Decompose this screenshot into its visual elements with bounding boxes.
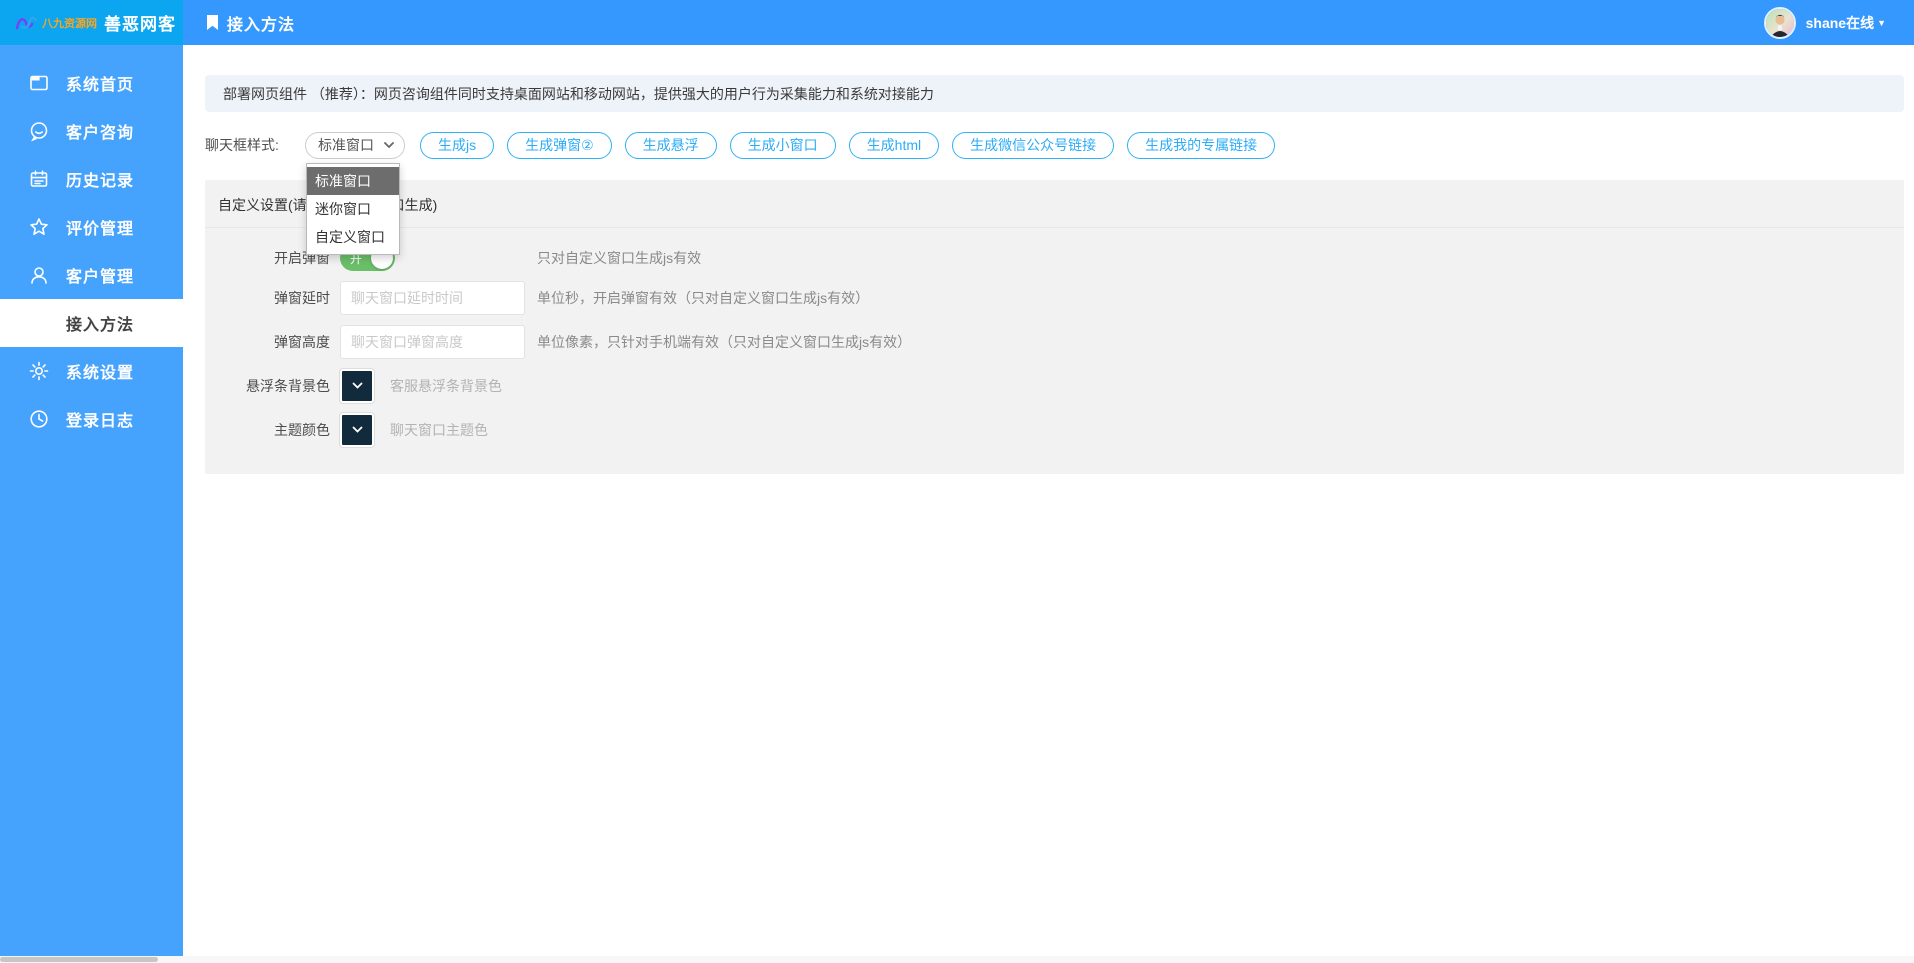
form-rows: 开启弹窗 开 只对自定义窗口生成js有效 弹窗延时 单位秒，开启弹窗有效（只对	[205, 228, 1904, 447]
sidebar-item-label: 历史记录	[66, 173, 135, 190]
floatbar-color-picker[interactable]	[340, 369, 374, 403]
logo[interactable]: 八九资源网 善恶网客	[0, 0, 183, 45]
panel-title: 自定义设置(请选择自定义窗口生成)	[205, 180, 1904, 228]
generate-popup-button[interactable]: 生成弹窗②	[507, 131, 612, 159]
window-icon	[28, 72, 50, 94]
form-row-popup-toggle: 开启弹窗 开 只对自定义窗口生成js有效	[205, 245, 1904, 271]
scrollbar-thumb[interactable]	[0, 957, 158, 962]
notice-bar: 部署网页组件 （推荐）：网页咨询组件同时支持桌面网站和移动网站，提供强大的用户行…	[205, 75, 1904, 112]
topbar: 接入方法 shane在线 ▼	[183, 0, 1914, 45]
field-hint: 单位秒，开启弹窗有效（只对自定义窗口生成js有效）	[537, 290, 870, 306]
chat-style-select-wrap: 标准窗口 标准窗口 迷你窗口 自定义窗口	[305, 131, 405, 255]
field-hint: 客服悬浮条背景色	[390, 378, 502, 394]
form-row-theme-color: 主题颜色 聊天窗口主题色	[205, 413, 1904, 447]
field-label: 主题颜色	[274, 422, 330, 438]
generate-js-button[interactable]: 生成js	[420, 131, 495, 159]
main-content: 部署网页组件 （推荐）：网页咨询组件同时支持桌面网站和移动网站，提供强大的用户行…	[183, 45, 1914, 963]
field-hint: 聊天窗口主题色	[390, 422, 488, 438]
users-icon	[28, 264, 50, 286]
avatar	[1763, 6, 1796, 39]
sidebar-item-label: 接入方法	[66, 317, 135, 334]
sidebar-item-label: 系统首页	[66, 77, 135, 94]
sidebar-item-label: 评价管理	[66, 221, 135, 238]
dropdown-option-mini[interactable]: 迷你窗口	[307, 195, 399, 223]
sidebar-item-access-method[interactable]: 接入方法	[0, 299, 183, 347]
star-icon	[28, 216, 50, 238]
app-name: 善恶网客	[104, 15, 176, 34]
user-name: shane在线	[1805, 14, 1875, 31]
bookmark-icon	[205, 14, 220, 31]
sidebar-item-label: 客户咨询	[66, 125, 135, 142]
sidebar-item-history[interactable]: 历史记录	[0, 155, 183, 203]
sidebar-item-consult[interactable]: 客户咨询	[0, 107, 183, 155]
sidebar-item-label: 登录日志	[66, 413, 135, 430]
chevron-down-icon	[352, 426, 363, 434]
form-row-floatbar-color: 悬浮条背景色 客服悬浮条背景色	[205, 369, 1904, 403]
generate-float-button[interactable]: 生成悬浮	[624, 131, 717, 159]
clock-icon	[28, 408, 50, 430]
sidebar: 八九资源网 善恶网客 系统首页 客户咨询 历史记录 评价管理 客户管理 接入方法…	[0, 0, 183, 956]
field-hint: 只对自定义窗口生成js有效	[537, 250, 702, 266]
field-label: 悬浮条背景色	[246, 378, 330, 394]
chat-style-label: 聊天框样式:	[205, 137, 279, 153]
chat-style-dropdown: 标准窗口 迷你窗口 自定义窗口	[306, 162, 400, 255]
field-label: 弹窗延时	[274, 290, 330, 306]
form-row-popup-delay: 弹窗延时 单位秒，开启弹窗有效（只对自定义窗口生成js有效）	[205, 281, 1904, 315]
chevron-down-icon	[384, 141, 394, 149]
popup-delay-input[interactable]	[340, 281, 525, 315]
caret-down-icon: ▼	[1877, 17, 1886, 28]
chat-icon	[28, 120, 50, 142]
sidebar-item-settings[interactable]: 系统设置	[0, 347, 183, 395]
form-row-popup-height: 弹窗高度 单位像素，只针对手机端有效（只对自定义窗口生成js有效）	[205, 325, 1904, 359]
generate-exclusive-link-button[interactable]: 生成我的专属链接	[1127, 131, 1276, 159]
sidebar-nav: 系统首页 客户咨询 历史记录 评价管理 客户管理 接入方法 系统设置 登录日志	[0, 45, 183, 443]
sidebar-item-customers[interactable]: 客户管理	[0, 251, 183, 299]
popup-height-input[interactable]	[340, 325, 525, 359]
sidebar-item-reviews[interactable]: 评价管理	[0, 203, 183, 251]
field-hint: 单位像素，只针对手机端有效（只对自定义窗口生成js有效）	[537, 334, 912, 350]
toolbar: 聊天框样式: 标准窗口 标准窗口 迷你窗口 自定义窗口 生成js 生成弹窗② 生…	[205, 131, 1904, 255]
page-title: 接入方法	[227, 16, 296, 34]
field-label: 弹窗高度	[274, 334, 330, 350]
logo-text: 八九资源网	[42, 17, 97, 30]
gear-icon	[28, 360, 50, 382]
generate-small-window-button[interactable]: 生成小窗口	[729, 131, 836, 159]
chat-style-select-value: 标准窗口	[318, 137, 374, 153]
user-menu[interactable]: shane在线 ▼	[1763, 0, 1886, 45]
dropdown-option-standard[interactable]: 标准窗口	[307, 166, 399, 195]
sidebar-item-label: 系统设置	[66, 365, 135, 382]
generate-html-button[interactable]: 生成html	[848, 131, 940, 159]
sidebar-item-label: 客户管理	[66, 269, 135, 286]
notice-text: 部署网页组件 （推荐）：网页咨询组件同时支持桌面网站和移动网站，提供强大的用户行…	[223, 85, 934, 102]
horizontal-scrollbar[interactable]	[0, 956, 1914, 963]
app-window: 八九资源网 善恶网客 系统首页 客户咨询 历史记录 评价管理 客户管理 接入方法…	[0, 0, 1914, 963]
generate-wechat-link-button[interactable]: 生成微信公众号链接	[952, 131, 1115, 159]
chevron-down-icon	[352, 382, 363, 390]
chat-style-select[interactable]: 标准窗口	[305, 131, 405, 159]
sidebar-item-home[interactable]: 系统首页	[0, 59, 183, 107]
history-icon	[28, 168, 50, 190]
theme-color-picker[interactable]	[340, 413, 374, 447]
dropdown-option-custom[interactable]: 自定义窗口	[307, 223, 399, 251]
sidebar-item-login-log[interactable]: 登录日志	[0, 395, 183, 443]
logo-swirl-icon	[14, 15, 38, 31]
custom-settings-panel: 自定义设置(请选择自定义窗口生成) 开启弹窗 开 只对自定义窗口生成js有效 弹…	[205, 180, 1904, 474]
